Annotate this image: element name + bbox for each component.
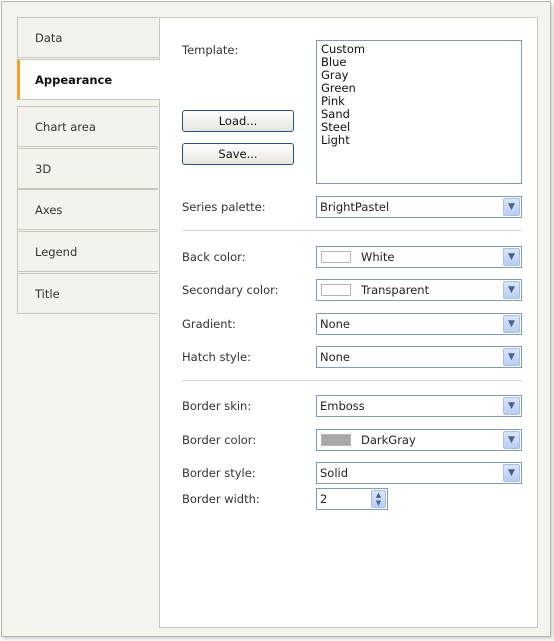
template-item-steel[interactable]: Steel: [321, 121, 517, 134]
tab-axes[interactable]: Axes: [17, 189, 158, 230]
chevron-down-icon[interactable]: ▼: [503, 198, 520, 216]
tab-data[interactable]: Data: [17, 17, 158, 58]
hatch-style-select[interactable]: None ▼: [316, 346, 522, 368]
border-color-swatch: [321, 434, 351, 446]
template-item-custom[interactable]: Custom: [321, 43, 517, 56]
template-item-sand[interactable]: Sand: [321, 108, 517, 121]
border-width-stepper[interactable]: 2 ▲ ▼: [316, 488, 388, 510]
chevron-down-icon[interactable]: ▼: [503, 315, 520, 333]
template-listbox[interactable]: Custom Blue Gray Green Pink Sand Steel L…: [316, 40, 522, 184]
gradient-select[interactable]: None ▼: [316, 313, 522, 335]
border-color-value: DarkGray: [361, 433, 416, 447]
series-palette-value: BrightPastel: [320, 200, 390, 214]
secondary-color-swatch: [321, 284, 351, 296]
template-item-light[interactable]: Light: [321, 134, 517, 147]
spin-up-down-icon[interactable]: ▲ ▼: [371, 490, 386, 508]
chevron-down-icon[interactable]: ▼: [503, 464, 520, 482]
chevron-down-icon[interactable]: ▼: [503, 431, 520, 449]
back-color-swatch: [321, 251, 351, 263]
tab-legend[interactable]: Legend: [17, 231, 158, 272]
appearance-panel: Template: Custom Blue Gray Green Pink Sa…: [159, 17, 538, 628]
tab-chart-area[interactable]: Chart area: [17, 106, 158, 147]
border-style-value: Solid: [320, 466, 349, 480]
template-item-blue[interactable]: Blue: [321, 56, 517, 69]
series-palette-select[interactable]: BrightPastel ▼: [316, 196, 522, 218]
border-color-label: Border color:: [182, 433, 257, 447]
template-item-green[interactable]: Green: [321, 82, 517, 95]
hatch-style-value: None: [320, 350, 351, 364]
border-color-select[interactable]: DarkGray ▼: [316, 429, 522, 451]
hatch-style-label: Hatch style:: [182, 350, 251, 364]
gradient-label: Gradient:: [182, 317, 236, 331]
tab-appearance[interactable]: Appearance: [17, 59, 160, 100]
template-item-pink[interactable]: Pink: [321, 95, 517, 108]
section-divider: [182, 230, 522, 231]
chevron-down-icon[interactable]: ▼: [503, 248, 520, 266]
gradient-value: None: [320, 317, 351, 331]
template-label: Template:: [182, 43, 239, 57]
border-skin-select[interactable]: Emboss ▼: [316, 395, 522, 417]
border-width-value[interactable]: 2: [320, 492, 327, 506]
border-style-label: Border style:: [182, 466, 256, 480]
back-color-value: White: [361, 250, 395, 264]
border-skin-value: Emboss: [320, 399, 365, 413]
chevron-down-icon[interactable]: ▼: [503, 348, 520, 366]
save-button[interactable]: Save...: [182, 143, 294, 165]
chart-properties-dialog: Data Appearance Chart area 3D Axes Legen…: [1, 1, 551, 637]
secondary-color-value: Transparent: [361, 283, 430, 297]
tab-3d[interactable]: 3D: [17, 148, 158, 189]
secondary-color-select[interactable]: Transparent ▼: [316, 279, 522, 301]
border-style-select[interactable]: Solid ▼: [316, 462, 522, 484]
secondary-color-label: Secondary color:: [182, 283, 279, 297]
back-color-label: Back color:: [182, 250, 246, 264]
chevron-down-icon[interactable]: ▼: [503, 397, 520, 415]
load-button[interactable]: Load...: [182, 110, 294, 132]
border-skin-label: Border skin:: [182, 399, 252, 413]
tab-title[interactable]: Title: [17, 273, 158, 314]
border-width-label: Border width:: [182, 492, 260, 506]
chevron-down-icon[interactable]: ▼: [503, 281, 520, 299]
series-palette-label: Series palette:: [182, 200, 266, 214]
section-divider: [182, 380, 522, 381]
back-color-select[interactable]: White ▼: [316, 246, 522, 268]
